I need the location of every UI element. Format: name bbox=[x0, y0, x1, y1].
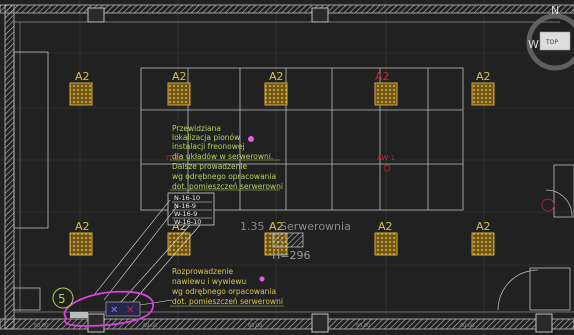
svg-text:dot. pomieszczeń serwerowni: dot. pomieszczeń serwerowni bbox=[172, 182, 283, 191]
unit-a2[interactable] bbox=[69, 232, 93, 256]
svg-text:60.00: 60.00 bbox=[460, 323, 474, 329]
grille-markers[interactable]: ✕ ✕ bbox=[105, 301, 141, 317]
svg-text:nawiewu i wywiewu: nawiewu i wywiewu bbox=[172, 277, 246, 286]
note-lower: Rozprowadzenie nawiewu i wywiewu wg odrę… bbox=[172, 267, 283, 306]
unit-a2[interactable] bbox=[167, 82, 191, 106]
svg-text:60.00: 60.00 bbox=[143, 323, 157, 329]
view-cube[interactable]: TOP N W bbox=[526, 4, 574, 71]
unit-a2[interactable] bbox=[264, 82, 288, 106]
floor-plan: A2 A2 A2 A2 A2 A2 A2 A2 A2 A2 A2 IT-10 A… bbox=[0, 0, 574, 335]
red-tag: AW-1 bbox=[377, 154, 395, 162]
door-right bbox=[497, 164, 574, 311]
svg-text:W-16-10: W-16-10 bbox=[174, 218, 201, 226]
unit-label: A2 bbox=[476, 70, 491, 83]
unit-label: A2 bbox=[378, 220, 393, 233]
svg-text:60.00: 60.00 bbox=[248, 323, 262, 329]
left-cabinet bbox=[13, 51, 49, 229]
svg-text:✕: ✕ bbox=[110, 305, 118, 316]
svg-text:W-16-9: W-16-9 bbox=[174, 210, 197, 218]
unit-a2[interactable] bbox=[374, 232, 398, 256]
svg-text:lokalizacja pionów: lokalizacja pionów bbox=[172, 133, 240, 142]
unit-label: A2 bbox=[75, 220, 90, 233]
svg-text:60.00: 60.00 bbox=[356, 323, 370, 329]
svg-text:60.00: 60.00 bbox=[34, 323, 48, 329]
svg-text:H=296: H=296 bbox=[272, 249, 310, 262]
units-top-row bbox=[69, 82, 495, 106]
viewcube-west: W bbox=[528, 38, 539, 51]
svg-text:✕: ✕ bbox=[126, 305, 134, 316]
unit-label: A2 bbox=[269, 70, 284, 83]
svg-text:1.35: 1.35 bbox=[240, 220, 265, 233]
svg-text:dla układów w serwerowni.: dla układów w serwerowni. bbox=[172, 152, 273, 161]
svg-text:Przewidziana: Przewidziana bbox=[172, 124, 221, 133]
svg-text:Dalsze prowadzenie: Dalsze prowadzenie bbox=[172, 162, 247, 171]
riser-marker[interactable] bbox=[248, 136, 254, 142]
unit-label: A2 bbox=[172, 70, 187, 83]
unit-label: A2 bbox=[375, 70, 390, 83]
svg-text:Rozprowadzenie: Rozprowadzenie bbox=[172, 267, 234, 276]
unit-a2[interactable] bbox=[69, 82, 93, 106]
unit-a2[interactable] bbox=[471, 82, 495, 106]
supply-marker[interactable] bbox=[259, 276, 265, 282]
cad-viewport[interactable]: A2 A2 A2 A2 A2 A2 A2 A2 A2 A2 A2 IT-10 A… bbox=[0, 0, 574, 335]
grid-bubble-number: 5 bbox=[58, 292, 66, 306]
svg-text:Serwerownia: Serwerownia bbox=[280, 220, 351, 233]
svg-text:dot. pomieszczeń serwerowni: dot. pomieszczeń serwerowni bbox=[172, 297, 283, 306]
unit-a2[interactable] bbox=[374, 82, 398, 106]
unit-label: A2 bbox=[476, 220, 491, 233]
note-upper: Przewidziana lokalizacja pionów instalac… bbox=[172, 124, 283, 191]
duct-segment bbox=[70, 312, 88, 318]
svg-text:wg odrębnego opracowania: wg odrębnego opracowania bbox=[172, 172, 276, 181]
svg-text:instalacji freonowej: instalacji freonowej bbox=[172, 142, 245, 151]
unit-a2[interactable] bbox=[471, 232, 495, 256]
room-tag-block bbox=[272, 232, 304, 248]
walls bbox=[0, 4, 574, 333]
svg-text:N-16-10: N-16-10 bbox=[174, 194, 200, 202]
unit-label: A2 bbox=[75, 70, 90, 83]
viewcube-north: N bbox=[551, 4, 559, 17]
duct-tags: N-16-10 N-16-9 W-16-9 W-16-10 bbox=[167, 192, 215, 226]
viewcube-face: TOP bbox=[545, 39, 558, 46]
background-grid bbox=[0, 0, 574, 335]
unit-a2[interactable] bbox=[167, 232, 191, 256]
svg-text:wg odrębnego orpacowania: wg odrębnego orpacowania bbox=[172, 287, 276, 296]
